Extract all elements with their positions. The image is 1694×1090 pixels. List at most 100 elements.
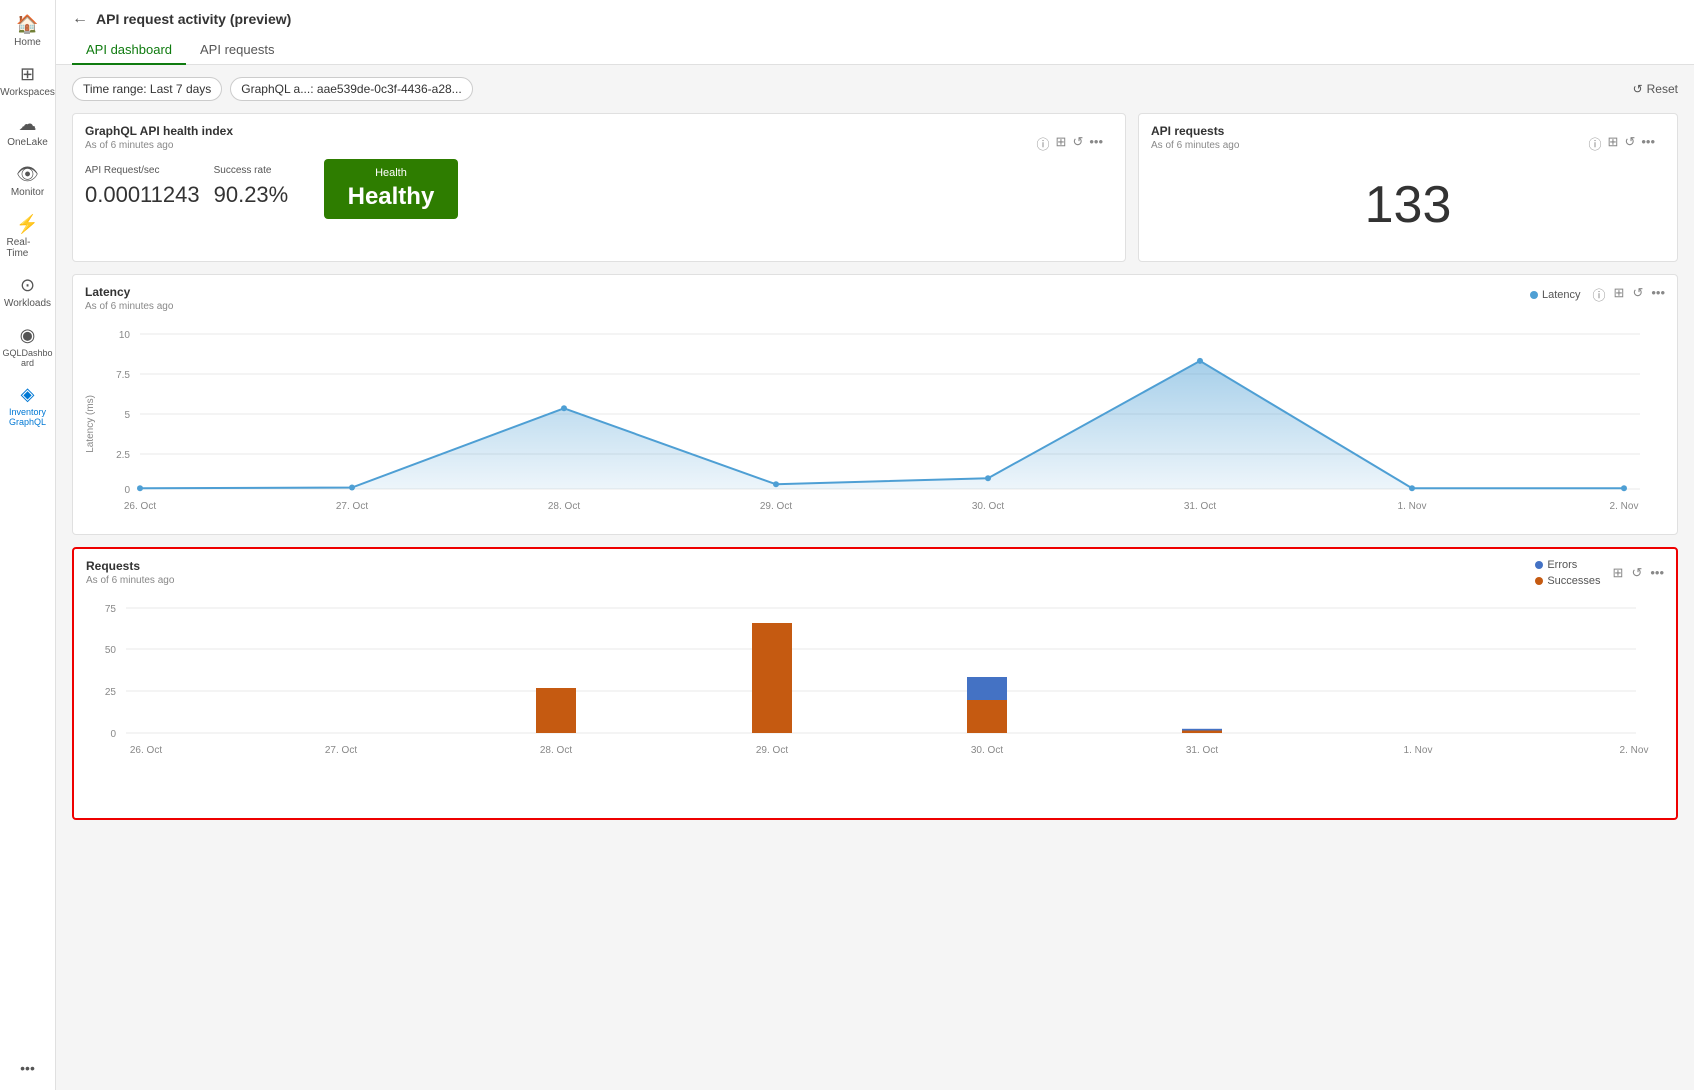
more-options-icon[interactable]: ••• <box>1089 134 1103 153</box>
api-req-card-header: API requests As of 6 minutes ago ⓘ ⊞ ↺ •… <box>1151 124 1665 159</box>
bar-31oct-error <box>1182 729 1222 731</box>
latency-legend-item: Latency <box>1530 289 1581 301</box>
svg-text:31. Oct: 31. Oct <box>1184 501 1216 512</box>
metrics-row: API Request/sec 0.00011243 Success rate … <box>85 159 1113 219</box>
sidebar-item-realtime[interactable]: ⚡ Real-Time <box>3 208 53 265</box>
sidebar-item-monitor[interactable]: 👁 Monitor <box>3 158 53 204</box>
requests-chart-title: Requests <box>86 559 174 573</box>
errors-legend-label: Errors <box>1547 559 1577 571</box>
home-icon: 🏠 <box>16 14 38 35</box>
svg-text:30. Oct: 30. Oct <box>972 501 1004 512</box>
metric-success-rate: Success rate 90.23% <box>214 159 324 219</box>
svg-text:0: 0 <box>110 729 116 740</box>
refresh-icon-2[interactable]: ↺ <box>1624 134 1635 153</box>
latency-svg: 10 7.5 5 2.5 0 <box>100 324 1660 524</box>
bar-28oct-success <box>536 688 576 733</box>
api-req-card-icons: ⓘ ⊞ ↺ ••• <box>1589 134 1655 153</box>
grid-icon[interactable]: ⊞ <box>1056 134 1067 153</box>
info-icon[interactable]: ⓘ <box>1037 134 1050 153</box>
latency-chart-panel: Latency As of 6 minutes ago Latency ⓘ ⊞ … <box>72 274 1678 535</box>
main-content: ← API request activity (preview) API das… <box>56 0 1694 1090</box>
info-icon-2[interactable]: ⓘ <box>1589 134 1602 153</box>
sidebar-item-gqldashboard[interactable]: ◉ GQLDashbo ard <box>3 319 53 374</box>
requests-svg: 75 50 25 0 <box>86 598 1656 808</box>
svg-text:31. Oct: 31. Oct <box>1186 745 1218 756</box>
cards-row: GraphQL API health index As of 6 minutes… <box>72 113 1678 262</box>
sidebar: 🏠 Home ⊞ Workspaces ☁ OneLake 👁 Monitor … <box>0 0 56 1090</box>
workspaces-icon: ⊞ <box>20 64 35 85</box>
successes-legend-item: Successes <box>1535 575 1600 587</box>
svg-text:26. Oct: 26. Oct <box>130 745 162 756</box>
inventory-icon: ◈ <box>21 384 35 405</box>
more-icon: ••• <box>20 1060 35 1076</box>
health-index-card: GraphQL API health index As of 6 minutes… <box>72 113 1126 262</box>
svg-text:1. Nov: 1. Nov <box>1404 745 1433 756</box>
requests-chart-icons: ⊞ ↺ ••• <box>1613 565 1664 581</box>
bar-29oct-success <box>752 623 792 733</box>
metric-success-rate-value: 90.23% <box>214 182 310 208</box>
filter-bar: Time range: Last 7 days GraphQL a...: aa… <box>72 77 1678 101</box>
requests-chart-subtitle: As of 6 minutes ago <box>86 575 174 586</box>
more-options-icon-2[interactable]: ••• <box>1641 134 1655 153</box>
sidebar-item-onelake[interactable]: ☁ OneLake <box>3 108 53 154</box>
api-requests-card: API requests As of 6 minutes ago ⓘ ⊞ ↺ •… <box>1138 113 1678 262</box>
back-button[interactable]: ← <box>72 10 88 28</box>
requests-chart-area: 75 50 25 0 <box>86 598 1664 808</box>
sidebar-label-inventory: Inventory GraphQL <box>7 407 49 427</box>
api-requests-value: 133 <box>1151 159 1665 251</box>
metric-request-sec-value: 0.00011243 <box>85 182 200 208</box>
sidebar-label-home: Home <box>14 37 41 48</box>
time-range-filter[interactable]: Time range: Last 7 days <box>72 77 222 101</box>
svg-text:30. Oct: 30. Oct <box>971 745 1003 756</box>
realtime-icon: ⚡ <box>16 214 38 235</box>
svg-text:28. Oct: 28. Oct <box>540 745 572 756</box>
health-card-subtitle: As of 6 minutes ago <box>85 140 233 151</box>
svg-text:50: 50 <box>105 645 117 656</box>
api-id-filter[interactable]: GraphQL a...: aae539de-0c3f-4436-a28... <box>230 77 472 101</box>
svg-text:26. Oct: 26. Oct <box>124 501 156 512</box>
health-badge-value: Healthy <box>348 183 435 211</box>
grid-icon-2[interactable]: ⊞ <box>1608 134 1619 153</box>
health-card-icons: ⓘ ⊞ ↺ ••• <box>1037 134 1103 153</box>
svg-text:2.5: 2.5 <box>116 450 130 461</box>
tab-api-dashboard[interactable]: API dashboard <box>72 36 186 65</box>
sidebar-item-workspaces[interactable]: ⊞ Workspaces <box>3 58 53 104</box>
requests-chart-panel: Requests As of 6 minutes ago Errors Succ… <box>72 547 1678 820</box>
reset-button[interactable]: ↺ Reset <box>1633 82 1678 96</box>
latency-refresh-icon[interactable]: ↺ <box>1632 285 1643 304</box>
health-badge-label: Health <box>375 167 407 179</box>
svg-text:28. Oct: 28. Oct <box>548 501 580 512</box>
svg-text:75: 75 <box>105 604 117 615</box>
latency-info-icon[interactable]: ⓘ <box>1593 285 1606 304</box>
errors-legend-dot <box>1535 561 1543 569</box>
latency-grid-icon[interactable]: ⊞ <box>1614 285 1625 304</box>
svg-text:25: 25 <box>105 687 117 698</box>
card-header: GraphQL API health index As of 6 minutes… <box>85 124 1113 159</box>
sidebar-item-inventorygraphql[interactable]: ◈ Inventory GraphQL <box>3 378 53 433</box>
workloads-icon: ⊙ <box>20 275 35 296</box>
svg-text:29. Oct: 29. Oct <box>760 501 792 512</box>
tab-api-requests[interactable]: API requests <box>186 36 288 65</box>
sidebar-item-workloads[interactable]: ⊙ Workloads <box>3 269 53 315</box>
gql-icon: ◉ <box>20 325 36 346</box>
requests-legend: Errors Successes <box>1535 559 1600 587</box>
latency-more-icon[interactable]: ••• <box>1651 285 1665 304</box>
svg-text:27. Oct: 27. Oct <box>336 501 368 512</box>
latency-legend-dot <box>1530 291 1538 299</box>
successes-legend-dot <box>1535 577 1543 585</box>
svg-text:29. Oct: 29. Oct <box>756 745 788 756</box>
latency-chart-icons: ⓘ ⊞ ↺ ••• <box>1593 285 1665 304</box>
sidebar-item-more[interactable]: ••• <box>3 1054 53 1082</box>
refresh-icon[interactable]: ↺ <box>1072 134 1083 153</box>
req-refresh-icon[interactable]: ↺ <box>1631 565 1642 581</box>
req-grid-icon[interactable]: ⊞ <box>1613 565 1624 581</box>
req-more-icon[interactable]: ••• <box>1650 565 1664 581</box>
latency-chart-title: Latency <box>85 285 173 299</box>
api-req-card-subtitle: As of 6 minutes ago <box>1151 140 1239 151</box>
sidebar-item-home[interactable]: 🏠 Home <box>3 8 53 54</box>
bar-31oct-success <box>1182 731 1222 734</box>
sidebar-label-gql: GQLDashbo ard <box>2 348 52 368</box>
sidebar-label-workloads: Workloads <box>4 298 51 309</box>
svg-text:1. Nov: 1. Nov <box>1398 501 1427 512</box>
tab-bar: API dashboard API requests <box>72 36 1678 64</box>
